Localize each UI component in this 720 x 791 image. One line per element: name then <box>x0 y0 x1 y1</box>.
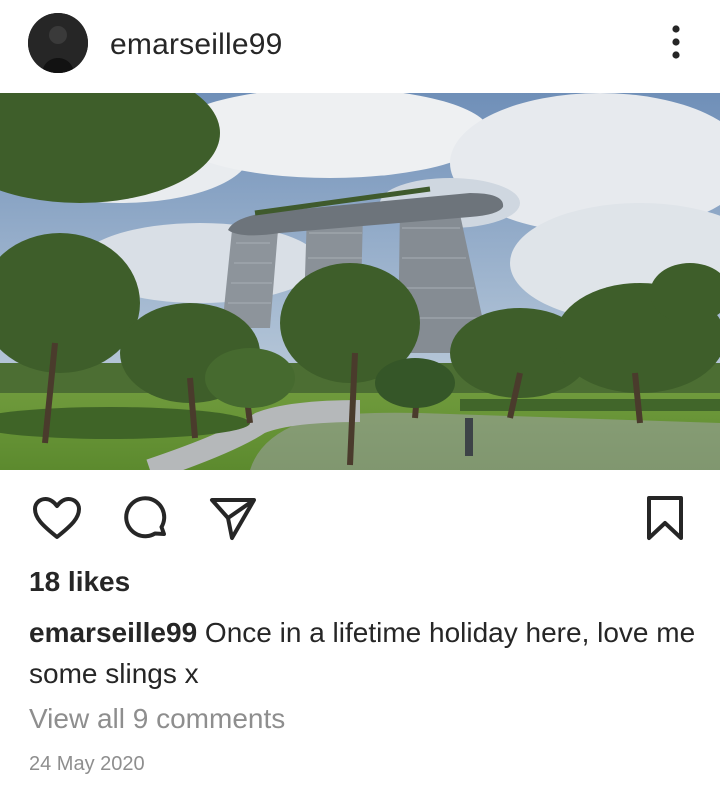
likes-count[interactable]: 18 likes <box>29 566 130 598</box>
post-action-bar <box>0 470 720 562</box>
post-header: emarseille99 <box>0 0 720 93</box>
post-date: 24 May 2020 <box>29 753 145 775</box>
bookmark-icon[interactable] <box>640 494 690 544</box>
post-username[interactable]: emarseille99 <box>110 28 282 62</box>
caption-username[interactable]: emarseille99 <box>29 617 197 648</box>
avatar[interactable] <box>28 13 88 73</box>
post-caption: emarseille99 Once in a lifetime holiday … <box>29 612 699 694</box>
view-all-comments-link[interactable]: View all 9 comments <box>29 703 285 735</box>
more-options-icon[interactable] <box>660 22 692 64</box>
send-icon[interactable] <box>208 494 258 544</box>
heart-icon[interactable] <box>32 494 82 544</box>
comment-icon[interactable] <box>120 494 170 544</box>
post-photo[interactable] <box>0 93 720 470</box>
